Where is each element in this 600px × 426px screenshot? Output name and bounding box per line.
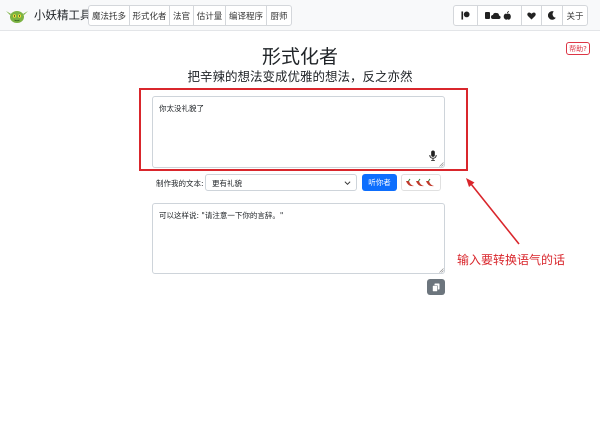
annotation-arrow bbox=[466, 178, 520, 245]
annotation-caption: 输入要转换语气的话 bbox=[457, 253, 566, 267]
